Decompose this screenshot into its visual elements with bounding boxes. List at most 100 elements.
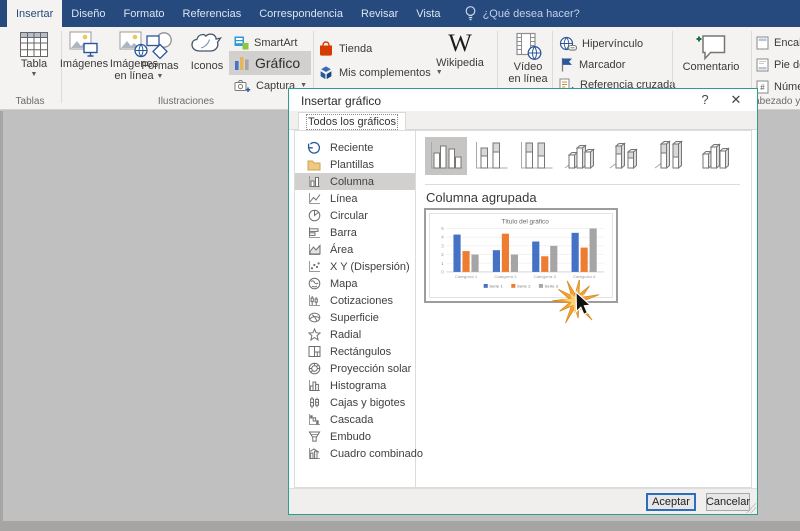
accept-button[interactable]: Aceptar — [646, 493, 696, 511]
dialog-footer: Aceptar Cancelar — [289, 488, 757, 514]
category-item-proyeccio-n-solar[interactable]: Proyección solar — [295, 360, 415, 377]
category-item-histograma[interactable]: Histograma — [295, 377, 415, 394]
tab-vista[interactable]: Vista — [407, 0, 449, 27]
category-item-li-nea[interactable]: Línea — [295, 190, 415, 207]
templates-icon — [307, 158, 321, 171]
treemap-icon — [307, 345, 321, 358]
images-button-label: Imágenes — [59, 58, 109, 70]
store-button[interactable]: Tienda — [318, 40, 372, 57]
tab-insertar[interactable]: Insertar — [7, 0, 63, 27]
category-item-label: Radial — [330, 328, 362, 341]
category-item-label: Línea — [330, 192, 358, 205]
clustered-column-icon[interactable] — [425, 137, 467, 175]
addins-icon — [318, 65, 334, 81]
category-item-recta-ngulos[interactable]: Rectángulos — [295, 343, 415, 360]
category-item-circular[interactable]: Circular — [295, 207, 415, 224]
category-item-label: Área — [330, 243, 354, 256]
tell-me-label: ¿Qué desea hacer? — [482, 7, 580, 20]
column-3d-icon[interactable] — [695, 137, 737, 175]
category-item-label: Superficie — [330, 311, 379, 324]
stock-icon — [307, 294, 321, 307]
svg-text:Título del gráfico: Título del gráfico — [501, 219, 549, 226]
column-chart-icon — [234, 55, 250, 71]
footer-button[interactable]: Pie de página — [756, 58, 800, 72]
subtype-heading: Columna agrupada — [426, 190, 537, 205]
category-item-label: Histograma — [330, 379, 387, 392]
group-label-ilustraciones: Ilustraciones — [157, 96, 215, 107]
area-icon — [307, 243, 321, 256]
tab-correspondencia[interactable]: Correspondencia — [250, 0, 352, 27]
hyperlink-button-label: Hipervínculo — [582, 38, 644, 50]
category-item-label: Proyección solar — [330, 362, 412, 375]
comment-button[interactable]: Comentario — [677, 32, 745, 73]
category-item-a-rea[interactable]: Área — [295, 241, 415, 258]
my-addins-button[interactable]: Mis complementos ▼ — [318, 65, 443, 81]
tab-all-charts-label: Todos los gráficos — [305, 114, 399, 130]
bookmark-button[interactable]: Marcador — [560, 57, 625, 72]
category-item-x-y-dispersio-n-[interactable]: X Y (Dispersión) — [295, 258, 415, 275]
tab-all-charts[interactable]: Todos los gráficos — [298, 112, 407, 131]
chart-button[interactable]: Gráfico — [229, 51, 311, 75]
svg-text:5: 5 — [441, 226, 444, 231]
column-icon — [307, 175, 321, 188]
stacked-column-3d-icon[interactable] — [605, 137, 647, 175]
category-item-label: Barra — [330, 226, 357, 239]
chart-button-label: Gráfico — [255, 55, 301, 71]
category-item-radial[interactable]: Radial — [295, 326, 415, 343]
category-item-embudo[interactable]: Embudo — [295, 428, 415, 445]
dialog-close-button[interactable]: ✕ — [728, 92, 744, 108]
category-item-mapa[interactable]: Mapa — [295, 275, 415, 292]
header-button[interactable]: Encabezado — [756, 36, 800, 50]
category-item-cajas-y-bigotes[interactable]: Cajas y bigotes — [295, 394, 415, 411]
dialog-help-button[interactable]: ? — [697, 92, 713, 107]
tab-formato[interactable]: Formato — [115, 0, 174, 27]
stacked-column-icon[interactable] — [470, 137, 512, 175]
online-video-button[interactable]: Vídeo en línea — [505, 32, 551, 85]
store-icon — [318, 40, 334, 57]
smartart-button-label: SmartArt — [254, 37, 298, 49]
clustered-column-3d-icon[interactable] — [560, 137, 602, 175]
word-window: Insertar Diseño Formato Referencias Correspo… — [0, 0, 800, 531]
icons-button[interactable]: Iconos — [188, 31, 226, 72]
bottom-edge-strip — [0, 521, 800, 531]
wikipedia-button[interactable]: W Wikipedia — [432, 31, 488, 69]
category-item-columna[interactable]: Columna — [295, 173, 415, 190]
hyperlink-button[interactable]: Hipervínculo — [559, 36, 643, 52]
radar-icon — [307, 328, 321, 341]
svg-text:4: 4 — [441, 235, 444, 240]
stacked100-column-icon[interactable] — [515, 137, 557, 175]
category-item-cuadro-combinado[interactable]: Cuadro combinado — [295, 445, 423, 462]
category-item-barra[interactable]: Barra — [295, 224, 415, 241]
svg-text:#: # — [760, 83, 765, 92]
ribbon-tab-bar: Insertar Diseño Formato Referencias Correspo… — [0, 0, 800, 27]
category-item-label: Cajas y bigotes — [330, 396, 406, 409]
stacked100-column-3d-icon[interactable] — [650, 137, 692, 175]
resize-grip-icon[interactable] — [746, 503, 756, 513]
category-item-superficie[interactable]: Superficie — [295, 309, 415, 326]
smartart-button[interactable]: SmartArt — [234, 36, 297, 50]
tell-me-box[interactable]: ¿Qué desea hacer? — [464, 0, 580, 27]
category-item-label: Columna — [330, 175, 375, 188]
chevron-down-icon: ▼ — [30, 71, 38, 78]
comment-button-label: Comentario — [682, 61, 740, 73]
dialog-tab-page: Reciente Plantillas Columna Línea Circular Ba… — [294, 130, 752, 488]
tab-revisar[interactable]: Revisar — [352, 0, 407, 27]
page-number-button[interactable]: # Número de página — [756, 80, 800, 94]
shapes-button[interactable]: Formas ▼ — [140, 31, 180, 80]
scatter-icon — [307, 260, 321, 273]
category-item-cascada[interactable]: Cascada — [295, 411, 415, 428]
images-button[interactable]: Imágenes — [60, 31, 108, 70]
category-item-label: Cotizaciones — [330, 294, 393, 307]
svg-text:Serie 2: Serie 2 — [517, 284, 531, 289]
category-item-cotizaciones[interactable]: Cotizaciones — [295, 292, 415, 309]
smartart-icon — [234, 36, 249, 50]
category-item-plantillas[interactable]: Plantillas — [295, 156, 415, 173]
tab-referencias[interactable]: Referencias — [174, 0, 251, 27]
cancel-button[interactable]: Cancelar — [706, 493, 750, 511]
svg-text:3: 3 — [441, 244, 444, 249]
category-item-label: Rectángulos — [330, 345, 392, 358]
category-item-reciente[interactable]: Reciente — [295, 139, 415, 156]
table-button[interactable]: Tabla ▼ — [8, 31, 60, 78]
tab-diseno[interactable]: Diseño — [62, 0, 114, 27]
svg-text:1: 1 — [441, 261, 444, 266]
